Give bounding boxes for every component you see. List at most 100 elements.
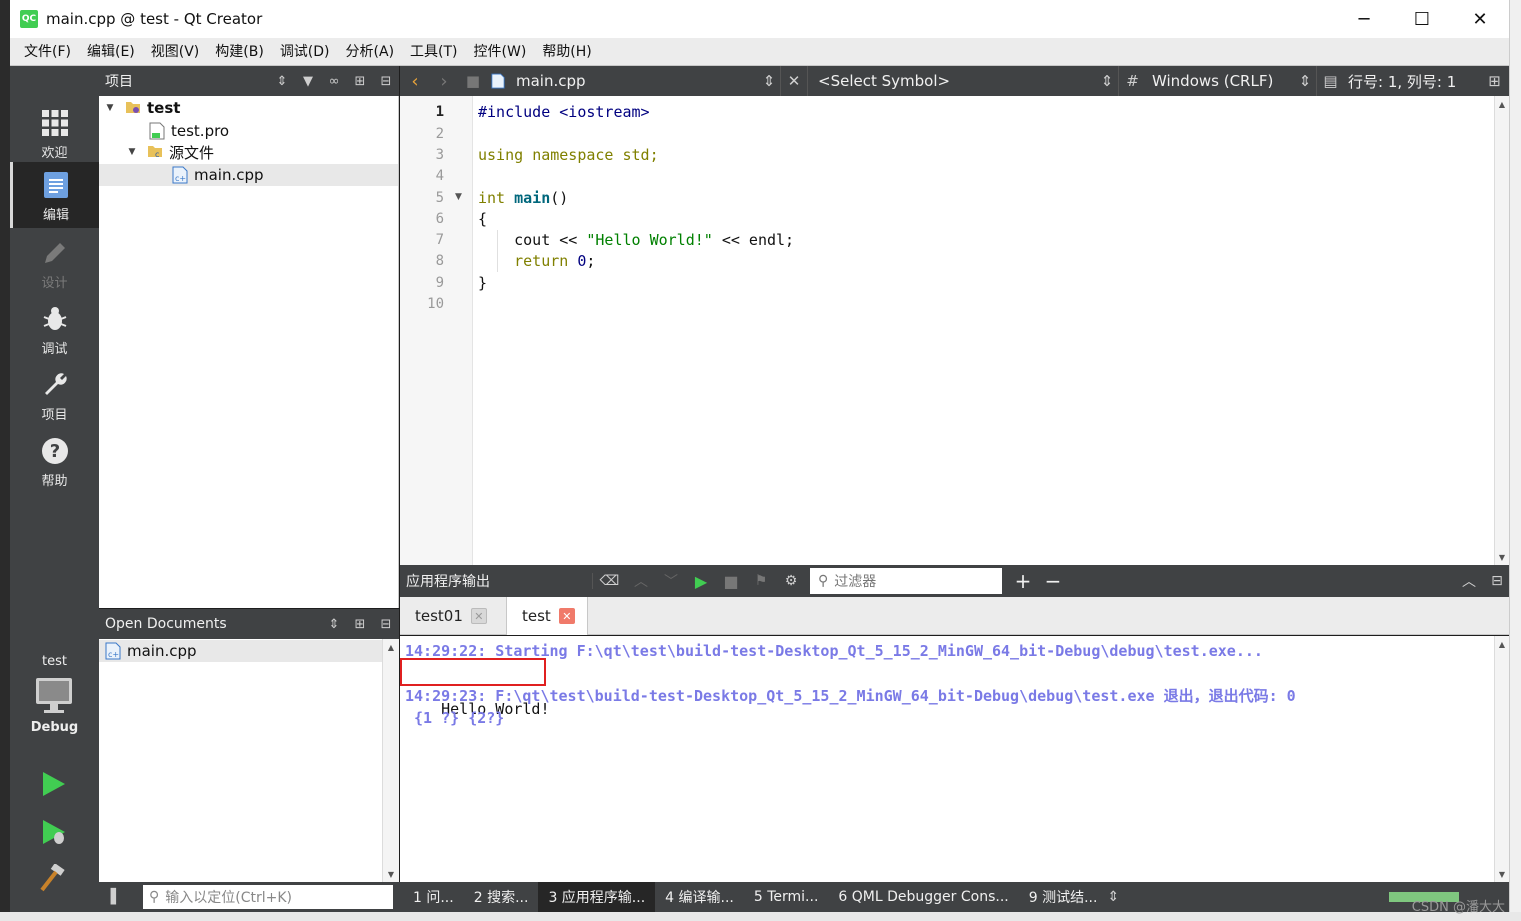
maximize-button[interactable]: ☐ (1393, 0, 1451, 38)
open-document-label: main.cpp (127, 642, 197, 660)
open-file-selector[interactable]: main.cpp (508, 66, 758, 96)
output-tab-test01[interactable]: test01 ✕ (400, 597, 499, 635)
namespace-token: std; (622, 146, 659, 164)
editor-scrollbar[interactable]: ▲ ▼ (1494, 96, 1509, 565)
scroll-up-icon[interactable]: ▲ (1495, 636, 1509, 652)
application-output[interactable]: 14:29:22: Starting F:\qt\test\build-test… (400, 636, 1509, 882)
zoom-in-button[interactable]: + (1008, 569, 1038, 593)
close-pane-icon[interactable]: ⊟ (1485, 573, 1509, 589)
scroll-down-icon[interactable]: ﹀ (656, 571, 686, 591)
line-number: 5 (435, 190, 444, 206)
menu-edit[interactable]: 编辑(E) (79, 38, 143, 66)
close-pane-icon[interactable]: ⊟ (373, 66, 399, 96)
close-button[interactable]: ✕ (1451, 0, 1509, 38)
tree-item-pro-file[interactable]: test.pro (149, 120, 229, 142)
forward-arrow-icon[interactable]: › (430, 66, 458, 96)
back-arrow-icon[interactable]: ‹ (400, 66, 430, 96)
scroll-up-icon[interactable]: ▲ (1495, 96, 1509, 112)
open-documents-title[interactable]: Open Documents (99, 616, 321, 632)
scroll-down-icon[interactable]: ▼ (1495, 549, 1509, 565)
locator-input[interactable]: ⚲ 输入以定位(Ctrl+K) (143, 885, 393, 909)
pane-application-output[interactable]: 3 应用程序输... (538, 882, 656, 912)
debug-run-button[interactable] (40, 818, 68, 850)
pane-terminal[interactable]: 5 Termi... (744, 882, 829, 912)
zoom-out-button[interactable]: − (1038, 569, 1068, 593)
updown-icon[interactable]: ⇕ (758, 66, 780, 96)
updown-icon[interactable]: ⇕ (321, 609, 347, 639)
menu-tools[interactable]: 工具(T) (402, 38, 465, 66)
scroll-up-icon[interactable]: ︿ (626, 571, 656, 591)
cursor-position[interactable]: 行号: 1, 列号: 1 (1344, 66, 1482, 96)
filter-icon[interactable]: ▼ (295, 66, 321, 96)
output-tab-test[interactable]: test ✕ (506, 597, 588, 635)
close-document-icon[interactable]: ✕ (780, 66, 808, 96)
close-tab-icon[interactable]: ✕ (558, 608, 575, 624)
scroll-down-icon[interactable]: ▼ (383, 866, 399, 882)
scroll-down-icon[interactable]: ▼ (1495, 866, 1509, 882)
attach-debugger-icon[interactable]: ⚑ (746, 573, 776, 589)
collapse-arrow-icon[interactable]: ▼ (125, 147, 139, 157)
mode-welcome[interactable]: 欢迎 (10, 100, 99, 166)
pane-qml-debugger-console[interactable]: 6 QML Debugger Cons... (828, 882, 1018, 912)
close-pane-icon[interactable]: ⊟ (373, 609, 399, 639)
pane-compile-output[interactable]: 4 编译输... (655, 882, 744, 912)
pane-test-results[interactable]: 9 测试结... (1019, 882, 1108, 912)
updown-icon[interactable]: ⇕ (269, 66, 295, 96)
maximize-pane-icon[interactable]: ︿ (1453, 571, 1485, 591)
symbol-selector[interactable]: <Select Symbol> (808, 66, 1096, 96)
split-icon[interactable]: ⊞ (1482, 66, 1507, 96)
mode-help[interactable]: ? 帮助 (10, 428, 99, 494)
clean-output-icon[interactable]: ⌫ (592, 573, 626, 589)
updown-icon[interactable]: ⇕ (1096, 66, 1118, 96)
kit-selector[interactable] (34, 676, 74, 716)
open-documents-header: Open Documents ⇕ ⊞ ⊟ (99, 609, 399, 639)
qt-creator-window: { "window": { "title": "main.cpp @ test … (0, 0, 1521, 921)
line-ending-selector[interactable]: Windows (CRLF) (1146, 66, 1294, 96)
tree-item-label: test.pro (171, 122, 230, 140)
minimize-button[interactable]: ─ (1335, 0, 1393, 38)
code-line-7: cout << "Hello World!" << endl; (478, 231, 794, 249)
scroll-up-icon[interactable]: ▲ (383, 639, 399, 655)
menu-debug[interactable]: 调试(D) (272, 38, 338, 66)
watermark: CSDN @潘大大 (1411, 900, 1505, 915)
menu-view[interactable]: 视图(V) (143, 38, 208, 66)
mode-label: 调试 (41, 342, 68, 357)
build-button[interactable] (38, 863, 68, 896)
output-filter-input[interactable]: ⚲ 过滤器 (810, 568, 1002, 594)
document-outline-icon[interactable]: ▤ (1316, 66, 1344, 96)
link-icon[interactable]: ∞ (321, 66, 347, 96)
split-icon[interactable]: ⊞ (347, 66, 373, 96)
output-scrollbar[interactable]: ▲ ▼ (1494, 636, 1509, 882)
mode-debug[interactable]: 调试 (10, 296, 99, 362)
open-document-item[interactable]: c+ main.cpp (99, 640, 382, 662)
rerun-icon[interactable]: ▶ (686, 572, 716, 591)
menu-analyze[interactable]: 分析(A) (338, 38, 403, 66)
tree-item-project[interactable]: ▼ test (103, 97, 181, 119)
menu-window[interactable]: 控件(W) (466, 38, 535, 66)
split-icon[interactable]: ⊞ (347, 609, 373, 639)
fold-marker-icon[interactable]: ▼ (455, 192, 462, 202)
collapse-arrow-icon[interactable]: ▼ (103, 103, 117, 113)
pane-search-results[interactable]: 2 搜索... (464, 882, 539, 912)
menu-help[interactable]: 帮助(H) (534, 38, 599, 66)
toggle-sidebar-icon[interactable]: ▌ (99, 889, 133, 905)
run-button[interactable] (40, 770, 68, 802)
updown-icon[interactable]: ⇕ (1294, 66, 1316, 96)
cpp-file-icon: c+ (105, 642, 121, 660)
projects-pane-title[interactable]: 项目 (99, 71, 269, 91)
code-editor[interactable]: 1 2 3 4 5 ▼ 6 7 8 9 10 #include <iostrea… (400, 96, 1509, 565)
mode-projects[interactable]: 项目 (10, 362, 99, 428)
tree-item-source-folder[interactable]: ▼ c 源文件 (125, 141, 214, 163)
updown-icon[interactable]: ⇕ (1107, 889, 1127, 905)
close-tab-icon[interactable]: ✕ (470, 608, 487, 624)
output-tabs: test01 ✕ test ✕ (400, 597, 1509, 635)
mode-edit[interactable]: 编辑 (10, 162, 99, 228)
stop-icon[interactable]: ■ (716, 572, 746, 591)
pane-issues[interactable]: 1 问... (403, 882, 464, 912)
settings-gear-icon[interactable]: ⚙ (776, 573, 806, 589)
menu-file[interactable]: 文件(F) (16, 38, 79, 66)
menu-build[interactable]: 构建(B) (207, 38, 272, 66)
tree-item-main-cpp[interactable]: c+ main.cpp (99, 164, 398, 186)
open-docs-scrollbar[interactable]: ▲ ▼ (382, 639, 399, 882)
mode-design[interactable]: 设计 (10, 230, 99, 296)
